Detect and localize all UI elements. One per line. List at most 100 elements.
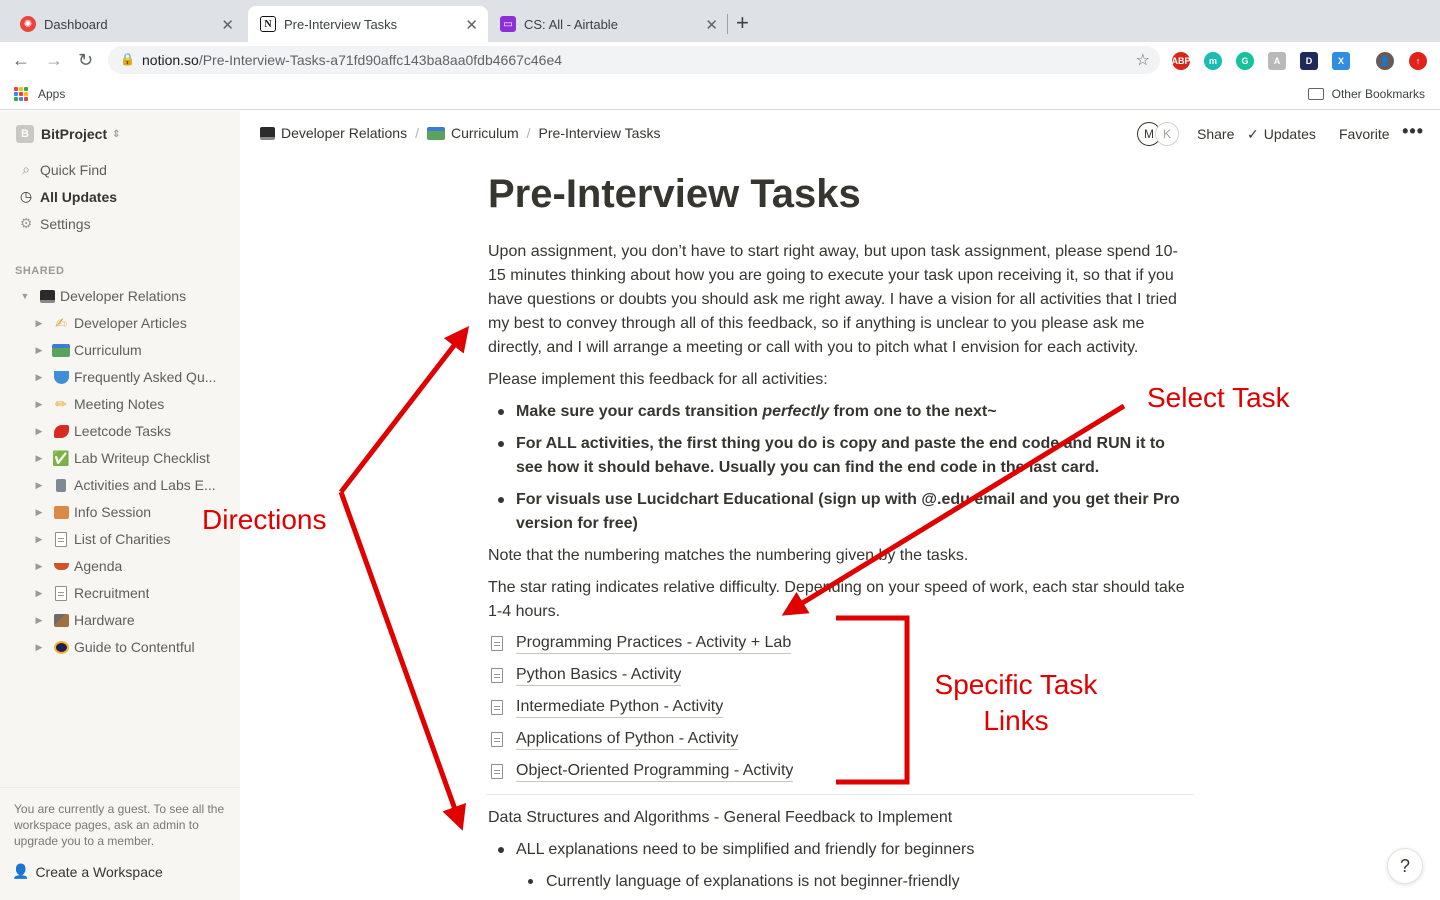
update-icon[interactable]: ↑ [1409,52,1427,70]
sidebar-item-developer-relations[interactable]: ▼ Developer Relations [18,283,233,309]
all-updates[interactable]: ◷ All Updates [18,188,117,205]
page-link[interactable]: Programming Practices - Activity + Lab [488,631,792,655]
extension-5-icon[interactable]: D [1300,52,1318,70]
check-mark-icon: ✅ [52,449,70,466]
extension-2-icon[interactable]: m [1204,52,1222,70]
apps-grid-icon[interactable] [14,87,28,101]
boat-icon [51,557,71,575]
create-workspace-button[interactable]: 👤 Create a Workspace [12,863,163,880]
page-link-title: Intermediate Python - Activity [516,697,724,718]
sidebar-item-guide-to-contentful[interactable]: ▶ Guide to Contentful [32,634,232,660]
tab-airtable[interactable]: ▭ CS: All - Airtable ✕ [488,6,728,42]
page-icon [491,635,503,651]
help-button[interactable]: ? [1387,848,1423,884]
extension-1-icon[interactable]: ABP [1172,52,1191,70]
collapsed-triangle-icon[interactable]: ▶ [32,615,46,626]
sub-bullet-item[interactable]: Currently language of explanations is no… [546,870,1224,894]
star-rating-note[interactable]: The star rating indicates relative diffi… [488,576,1188,624]
page-link[interactable]: Object-Oriented Programming - Activity [488,759,794,783]
guest-notice: You are currently a guest. To see all th… [14,802,225,848]
tab-pre-interview-tasks[interactable]: N Pre-Interview Tasks ✕ [248,6,488,42]
specific-task-links-annotation: Specific Task Links [926,667,1106,739]
car-icon [51,341,71,359]
favorite-button[interactable]: Favorite [1339,126,1390,142]
numbering-note[interactable]: Note that the numbering matches the numb… [488,544,1194,568]
forward-arrow-icon[interactable]: → [45,50,63,70]
breadcrumb-curriculum[interactable]: Curriculum [451,125,519,141]
bullet-item[interactable]: ALL explanations need to be simplified a… [516,838,1194,862]
bullet-item[interactable]: Make sure your cards transition perfectl… [516,400,1194,424]
tab-dashboard[interactable]: ✺ Dashboard ✕ [8,6,244,42]
bullet-dot [528,879,533,884]
bookmark-star-icon[interactable]: ☆ [1136,50,1150,70]
collapsed-triangle-icon[interactable]: ▶ [32,453,46,464]
extension-4-icon[interactable]: A [1268,52,1286,70]
share-button[interactable]: Share [1197,126,1234,142]
updates-button[interactable]: ✓ Updates [1247,126,1316,143]
notion-favicon: N [260,16,276,32]
breadcrumb-pre-interview-tasks[interactable]: Pre-Interview Tasks [539,125,661,141]
extension-6-icon[interactable]: X [1332,52,1350,70]
collaborator-avatars[interactable]: M K [1137,122,1179,146]
sidebar-item-leetcode-tasks[interactable]: ▶ Leetcode Tasks [32,418,232,444]
extension-3-icon[interactable]: G [1236,52,1254,70]
ds-heading[interactable]: Data Structures and Algorithms - General… [488,806,1194,830]
profile-avatar-icon[interactable]: 👤 [1376,52,1394,70]
bullet-item[interactable]: For ALL activities, the first thing you … [516,432,1194,480]
collapsed-triangle-icon[interactable]: ▶ [32,318,46,329]
breadcrumb-developer-relations[interactable]: Developer Relations [281,125,407,141]
apps-bookmark[interactable]: Apps [38,87,65,101]
close-tab-icon[interactable]: ✕ [705,16,718,34]
more-options-icon[interactable]: ••• [1402,121,1424,142]
sidebar-item-curriculum[interactable]: ▶ Curriculum [32,337,232,363]
page-link[interactable]: Applications of Python - Activity [488,727,739,751]
collapsed-triangle-icon[interactable]: ▶ [32,345,46,356]
sidebar-item-recruitment[interactable]: ▶ Recruitment [32,580,232,606]
collapsed-triangle-icon[interactable]: ▶ [32,480,46,491]
sidebar-item-label: Activities and Labs E... [74,477,216,493]
new-tab-button[interactable]: + [736,12,749,34]
intro-paragraph[interactable]: Upon assignment, you don’t have to start… [488,240,1194,360]
page-link[interactable]: Intermediate Python - Activity [488,695,724,719]
quick-find[interactable]: ⌕ Quick Find [18,161,107,178]
sidebar-item-label: Meeting Notes [74,396,165,412]
tab-title: Dashboard [44,16,108,32]
sidebar-item-frequently-asked-qu[interactable]: ▶ Frequently Asked Qu... [32,364,232,390]
collapsed-triangle-icon[interactable]: ▶ [32,426,46,437]
lock-icon: 🔒 [120,52,135,66]
expanded-triangle-icon[interactable]: ▼ [18,291,32,301]
settings[interactable]: ⚙ Settings [18,215,91,232]
sidebar-item-activities-and-labs-e[interactable]: ▶ Activities and Labs E... [32,472,232,498]
back-arrow-icon[interactable]: ← [12,50,30,70]
bullet-item[interactable]: For visuals use Lucidchart Educational (… [516,488,1194,536]
sidebar-item-agenda[interactable]: ▶ Agenda [32,553,232,579]
page-title[interactable]: Pre-Interview Tasks [488,170,861,218]
shared-section-label: SHARED [15,265,65,277]
avatar: K [1155,122,1179,146]
breadcrumb-separator: / [415,125,419,141]
sidebar-item-developer-articles[interactable]: ▶ ✍ Developer Articles [32,310,232,336]
sidebar-item-meeting-notes[interactable]: ▶ ✏ Meeting Notes [32,391,232,417]
sidebar-item-hardware[interactable]: ▶ Hardware [32,607,232,633]
other-bookmarks[interactable]: Other Bookmarks [1307,87,1425,101]
bullet-dot [498,409,504,415]
page-link[interactable]: Python Basics - Activity [488,663,682,687]
collapsed-triangle-icon[interactable]: ▶ [32,642,46,653]
collapsed-triangle-icon[interactable]: ▶ [32,534,46,545]
collapsed-triangle-icon[interactable]: ▶ [32,588,46,599]
close-tab-icon[interactable]: ✕ [465,16,478,34]
laptop-icon [260,125,275,141]
sidebar-item-lab-writeup-checklist[interactable]: ▶ ✅ Lab Writeup Checklist [32,445,232,471]
collapsed-triangle-icon[interactable]: ▶ [32,561,46,572]
sidebar-item-label: Info Session [74,504,152,520]
implement-heading[interactable]: Please implement this feedback for all a… [488,368,1194,392]
url-input[interactable]: 🔒 notion.so/Pre-Interview-Tasks-a71fd90a… [108,46,1160,74]
collapsed-triangle-icon[interactable]: ▶ [32,399,46,410]
workspace-switcher[interactable]: B BitProject ⇕ [16,125,121,143]
chili-pepper-icon [51,422,71,440]
reload-icon[interactable]: ↻ [78,50,93,70]
collapsed-triangle-icon[interactable]: ▶ [32,507,46,518]
close-tab-icon[interactable]: ✕ [221,16,234,34]
dashboard-favicon: ✺ [20,16,36,32]
collapsed-triangle-icon[interactable]: ▶ [32,372,46,383]
